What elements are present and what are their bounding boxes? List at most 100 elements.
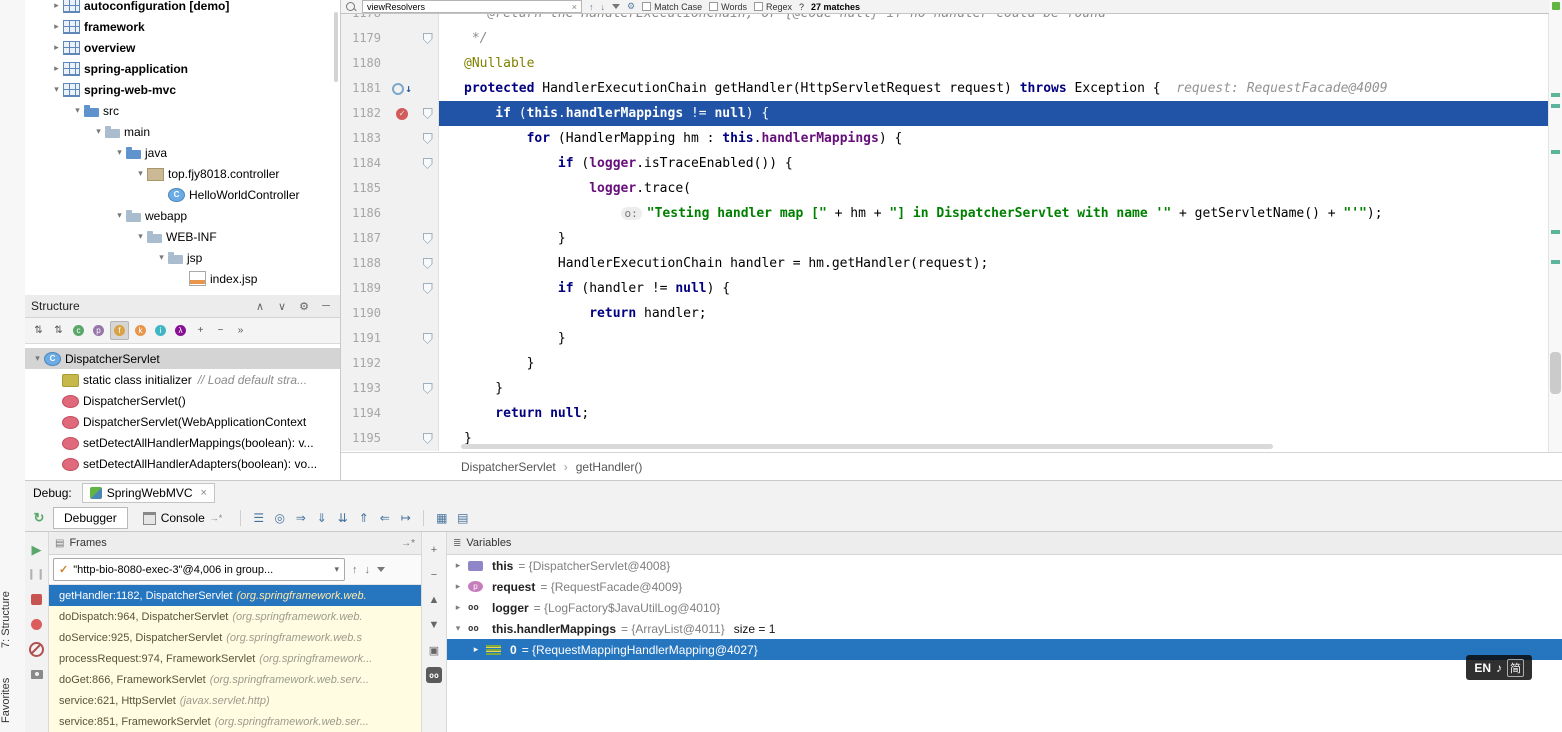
fold-gutter[interactable] [417,326,439,351]
error-stripe[interactable] [1548,0,1562,452]
scrollbar-thumb[interactable] [461,444,1273,449]
fold-gutter[interactable] [417,151,439,176]
force-step-into-icon[interactable]: ⇊ [333,511,352,525]
fold-gutter[interactable] [417,226,439,251]
stripe-mark[interactable] [1551,230,1560,234]
line-number[interactable]: 1182 [341,101,387,126]
project-tree-item[interactable]: ▾src [25,100,340,121]
find-previous-icon[interactable]: ↑ [589,2,594,12]
exec-point-icon[interactable]: ◎ [270,511,289,525]
code-text[interactable]: for (HandlerMapping hm : this.handlerMap… [439,126,1549,151]
run-to-cursor-icon[interactable]: ↦ [396,511,415,525]
code-area[interactable]: 1178* @return the HandlerExecutionChain,… [341,0,1549,451]
fold-marker-icon[interactable] [423,108,433,119]
chevron-collapsed-icon[interactable]: ▸ [50,63,63,74]
gutter-icon-area[interactable]: ↓ [387,76,417,101]
line-number[interactable]: 1187 [341,226,387,251]
structure-toolwindow-button[interactable]: 7: Structure [0,575,24,665]
code-text[interactable]: } [439,326,1549,351]
hide-panel-icon[interactable]: ─ [318,300,334,312]
show-non-public-icon[interactable]: k [132,322,149,339]
chevron-expanded-icon[interactable]: ▾ [92,126,105,137]
resume-button[interactable]: ▶ [29,542,44,557]
line-number[interactable]: 1186 [341,201,387,226]
line-number[interactable]: 1179 [341,26,387,51]
chevron-collapsed-icon[interactable]: ▸ [453,581,463,592]
line-number[interactable]: 1195 [341,426,387,451]
inspection-status-icon[interactable] [1552,2,1560,10]
expand-all-icon[interactable]: ∧ [252,300,268,313]
match-case-checkbox[interactable]: Match Case [642,2,702,12]
fold-marker-icon[interactable] [423,133,433,144]
project-tree-item[interactable]: ▸spring-application [25,58,340,79]
project-tree-item[interactable]: ▾webapp [25,205,340,226]
drop-frame-icon[interactable]: ⇐ [375,511,394,525]
chevron-collapsed-icon[interactable]: ▸ [50,42,63,53]
structure-item[interactable]: setDetectAllHandlerMappings(boolean): v.… [25,432,340,453]
close-tab-icon[interactable]: × [201,487,207,499]
code-text[interactable]: return handler; [439,301,1549,326]
sort-by-visibility-icon[interactable]: ⇅ [30,322,47,339]
line-number[interactable]: 1189 [341,276,387,301]
structure-item[interactable]: setDetectAllHandlerAdapters(boolean): vo… [25,453,340,474]
line-number[interactable]: 1193 [341,376,387,401]
vertical-scrollbar-thumb[interactable] [1550,352,1561,394]
fold-marker-icon[interactable] [423,333,433,344]
move-watch-up-icon[interactable]: ▲ [426,592,442,608]
mute-breakpoints-button[interactable] [29,642,44,657]
favorites-toolwindow-button[interactable]: Favorites [0,668,24,732]
chevron-expanded-icon[interactable]: ▾ [50,84,63,95]
chevron-expanded-icon[interactable]: ▾ [453,623,463,634]
fold-marker-icon[interactable] [423,233,433,244]
fold-gutter[interactable] [417,126,439,151]
variable-row[interactable]: ▸request= {RequestFacade@4009} [447,576,1562,597]
structure-item[interactable]: ▾DispatcherServlet [25,348,340,369]
expand-all-icon[interactable]: + [192,322,209,339]
structure-item[interactable]: static class initializer// Load default … [25,369,340,390]
breakpoint-icon[interactable]: ✓ [396,108,408,120]
variable-row[interactable]: ▾oothis.handlerMappings= {ArrayList@4011… [447,618,1562,639]
clear-search-icon[interactable]: × [572,2,577,12]
line-number[interactable]: 1184 [341,151,387,176]
regex-checkbox[interactable]: Regex [754,2,792,12]
chevron-collapsed-icon[interactable]: ▸ [50,0,63,11]
add-watch-icon[interactable]: + [426,542,442,558]
show-lambdas-icon[interactable]: λ [172,322,189,339]
fold-marker-icon[interactable] [423,158,433,169]
ime-indicator[interactable]: EN ♪ 简 [1466,655,1532,680]
thread-dump-button[interactable] [29,667,44,682]
stack-frame-row[interactable]: processRequest:974, FrameworkServlet(org… [49,648,421,669]
menu-icon[interactable]: ☰ [249,511,268,525]
stripe-mark[interactable] [1551,260,1560,264]
words-checkbox[interactable]: Words [709,2,747,12]
code-text[interactable]: } [439,376,1549,401]
editor[interactable]: 1178* @return the HandlerExecutionChain,… [340,0,1562,480]
show-properties-icon[interactable]: p [90,322,107,339]
override-marker-icon[interactable] [392,83,404,95]
code-text[interactable]: @Nullable [439,51,1549,76]
line-number[interactable]: 1194 [341,401,387,426]
chevron-collapsed-icon[interactable]: ▸ [50,21,63,32]
project-tree-item[interactable]: ▾WEB-INF [25,226,340,247]
variable-row[interactable]: ▸this= {DispatcherServlet@4008} [447,555,1562,576]
structure-item[interactable]: DispatcherServlet() [25,390,340,411]
run-configuration-tab[interactable]: SpringWebMVC × [82,483,215,503]
step-over-icon[interactable]: ⇒ [291,511,310,525]
line-number[interactable]: 1181 [341,76,387,101]
frame-up-icon[interactable]: ↑ [352,564,358,576]
sort-alphabetically-icon[interactable]: ⇅ [50,322,67,339]
fold-marker-icon[interactable] [423,433,433,444]
chevron-expanded-icon[interactable]: ▾ [113,147,126,158]
stack-frame-row[interactable]: doGet:866, FrameworkServlet(org.springfr… [49,669,421,690]
stack-frame-row[interactable]: doDispatch:964, DispatcherServlet(org.sp… [49,606,421,627]
chevron-expanded-icon[interactable]: ▾ [31,353,44,364]
fold-gutter[interactable] [417,101,439,126]
line-number[interactable]: 1191 [341,326,387,351]
project-tree-item[interactable]: ▸autoconfiguration [demo] [25,0,340,16]
chevron-expanded-icon[interactable]: ▾ [155,252,168,263]
code-text[interactable]: return null; [439,401,1549,426]
project-tree-item[interactable]: index.jsp [25,268,340,289]
stripe-mark[interactable] [1551,150,1560,154]
duplicate-watch-icon[interactable]: ▣ [426,642,442,658]
chevron-collapsed-icon[interactable]: ▸ [453,602,463,613]
